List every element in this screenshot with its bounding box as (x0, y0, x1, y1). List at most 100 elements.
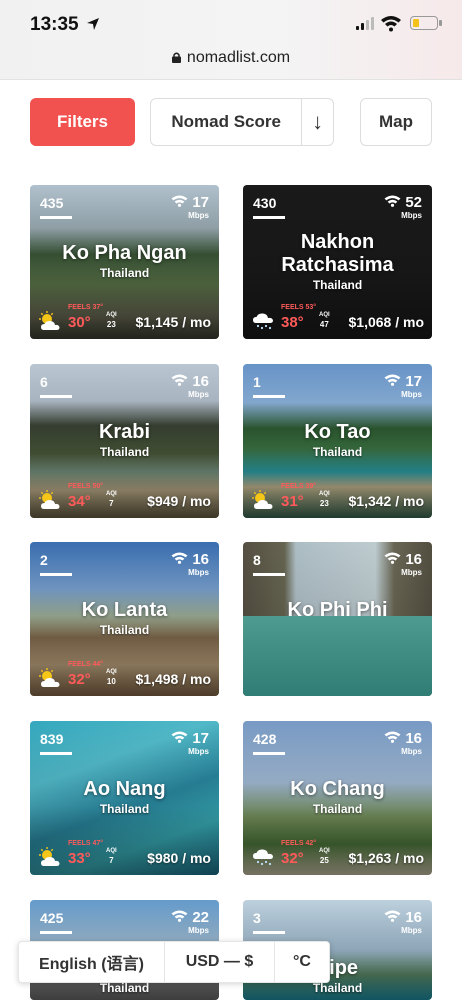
mbps-unit: Mbps (401, 926, 422, 935)
cost-of-living: $949 / mo (147, 493, 211, 509)
temperature-unit-toggle[interactable]: °C (275, 942, 329, 982)
internet-speed: 16 Mbps (384, 730, 422, 756)
rain-cloud-icon (251, 847, 277, 867)
mbps-unit: Mbps (401, 747, 422, 756)
city-name-line: Ratchasima (281, 254, 394, 276)
rain-cloud-icon (251, 311, 277, 331)
temperature: 33° (68, 850, 91, 867)
cost-of-living: $1,263 / mo (348, 850, 425, 866)
temperature: 32° (281, 850, 304, 867)
country-name: Thailand (312, 802, 363, 816)
city-name-line: Ko Phi Phi (287, 599, 388, 621)
cost-of-living: $980 / mo (147, 850, 211, 866)
temperature: 34° (68, 493, 91, 510)
city-name: Nakhon Ratchasima (243, 231, 432, 277)
feels-like: FEELS 42° (281, 840, 317, 847)
mbps-unit: Mbps (188, 926, 209, 935)
aqi-value: 6 (322, 677, 327, 686)
aqi-value: 47 (319, 320, 329, 329)
sort-dropdown[interactable]: Nomad Score ↓ (150, 98, 334, 146)
cost-of-living: $1,342 / mo (348, 493, 425, 509)
temperature: 31° (281, 493, 304, 510)
battery-icon (410, 16, 442, 30)
aqi-label: AQI (106, 312, 117, 318)
city-card[interactable]: 430 52 Mbps Nakhon Ratchasima Thailand FEELS 5… (243, 185, 432, 339)
partly-sunny-icon (38, 668, 64, 688)
city-card[interactable]: 1 17 Mbps Ko Tao Thailand FEELS 39° 31° AQI 23 $1… (243, 364, 432, 518)
air-quality: AQI 7 (106, 490, 117, 508)
aqi-value: 7 (109, 856, 114, 865)
cost-of-living: $1,068 / mo (348, 314, 425, 330)
aqi-label: AQI (319, 312, 330, 318)
location-arrow-icon (87, 18, 99, 30)
nomad-rank: 8 (253, 552, 285, 576)
aqi-label: AQI (106, 491, 117, 497)
wifi-icon (381, 16, 401, 32)
air-quality: AQI 23 (106, 311, 117, 329)
city-name: Ko Tao (243, 421, 432, 444)
city-card[interactable]: 6 16 Mbps Krabi Thailand FEELS 50° 34° AQI 7 $949… (30, 364, 219, 518)
mbps-value: 22 (192, 909, 209, 926)
partly-sunny-icon (38, 847, 64, 867)
internet-speed: 22 Mbps (171, 909, 209, 935)
partly-sunny-icon (38, 490, 64, 510)
aqi-value: 23 (106, 320, 116, 329)
city-name-line: Ko Chang (290, 778, 385, 800)
wifi-icon (171, 909, 188, 926)
mbps-unit: Mbps (188, 211, 209, 220)
mbps-value: 16 (405, 551, 422, 568)
internet-speed: 52 Mbps (384, 194, 422, 220)
mbps-unit: Mbps (401, 568, 422, 577)
filters-button[interactable]: Filters (30, 98, 135, 146)
feels-like: FEELS 37° (68, 304, 104, 311)
city-name: Ko Chang (243, 778, 432, 801)
air-quality: AQI 10 (106, 668, 117, 686)
city-card[interactable]: 428 16 Mbps Ko Chang Thailand FEELS 42° 32° AQI… (243, 721, 432, 875)
city-name-line: Krabi (98, 421, 151, 443)
map-button[interactable]: Map (360, 98, 432, 146)
mbps-unit: Mbps (188, 747, 209, 756)
internet-speed: 17 Mbps (384, 373, 422, 399)
url-bar[interactable]: nomadlist.com (0, 49, 462, 67)
city-card[interactable]: 839 17 Mbps Ao Nang Thailand FEELS 47° 33° AQI 7… (30, 721, 219, 875)
country-name: Thailand (312, 445, 363, 459)
currency-selector[interactable]: USD — $ (165, 942, 275, 982)
wifi-icon (171, 373, 188, 390)
city-card[interactable]: 2 16 Mbps Ko Lanta Thailand FEELS 44° 32° AQI 10… (30, 542, 219, 696)
internet-speed: 16 Mbps (171, 373, 209, 399)
temperature: 32° (281, 671, 304, 688)
city-name: Ko Pha Ngan (30, 242, 219, 265)
cost-of-living: $1,498 / mo (135, 671, 212, 687)
status-bar: 13:35 nomadlist.com (0, 0, 462, 80)
aqi-label: AQI (319, 491, 330, 497)
sort-direction-button[interactable]: ↓ (301, 99, 333, 145)
partly-sunny-icon (38, 311, 64, 331)
nomad-rank: 6 (40, 374, 72, 398)
wifi-icon (384, 909, 401, 926)
lock-icon (171, 52, 181, 63)
mbps-value: 17 (405, 373, 422, 390)
language-selector[interactable]: English (语言) (19, 942, 165, 982)
cost-of-living: $1,061 / mo (348, 671, 425, 687)
aqi-value: 7 (109, 499, 114, 508)
city-card[interactable]: 8 16 Mbps Ko Phi Phi Thailand FEELS 45° 32° AQI… (243, 542, 432, 696)
air-quality: AQI 7 (106, 847, 117, 865)
mbps-unit: Mbps (401, 211, 422, 220)
country-name: Thailand (99, 802, 150, 816)
partly-sunny-icon (251, 668, 277, 688)
settings-bar: English (语言) USD — $ °C (18, 941, 330, 983)
city-name-line: Ko Lanta (81, 599, 168, 621)
wifi-icon (384, 730, 401, 747)
internet-speed: 17 Mbps (171, 730, 209, 756)
aqi-label: AQI (106, 669, 117, 675)
wifi-icon (171, 730, 188, 747)
city-card[interactable]: 435 17 Mbps Ko Pha Ngan Thailand FEELS 37° 30°… (30, 185, 219, 339)
temperature: 32° (68, 671, 91, 688)
aqi-label: AQI (319, 848, 330, 854)
internet-speed: 16 Mbps (384, 909, 422, 935)
city-name-line: Ao Nang (83, 778, 166, 800)
feels-like: FEELS 39° (281, 483, 317, 490)
sort-label: Nomad Score (171, 112, 281, 131)
feels-like: FEELS 44° (68, 661, 104, 668)
url-text: nomadlist.com (186, 49, 291, 66)
